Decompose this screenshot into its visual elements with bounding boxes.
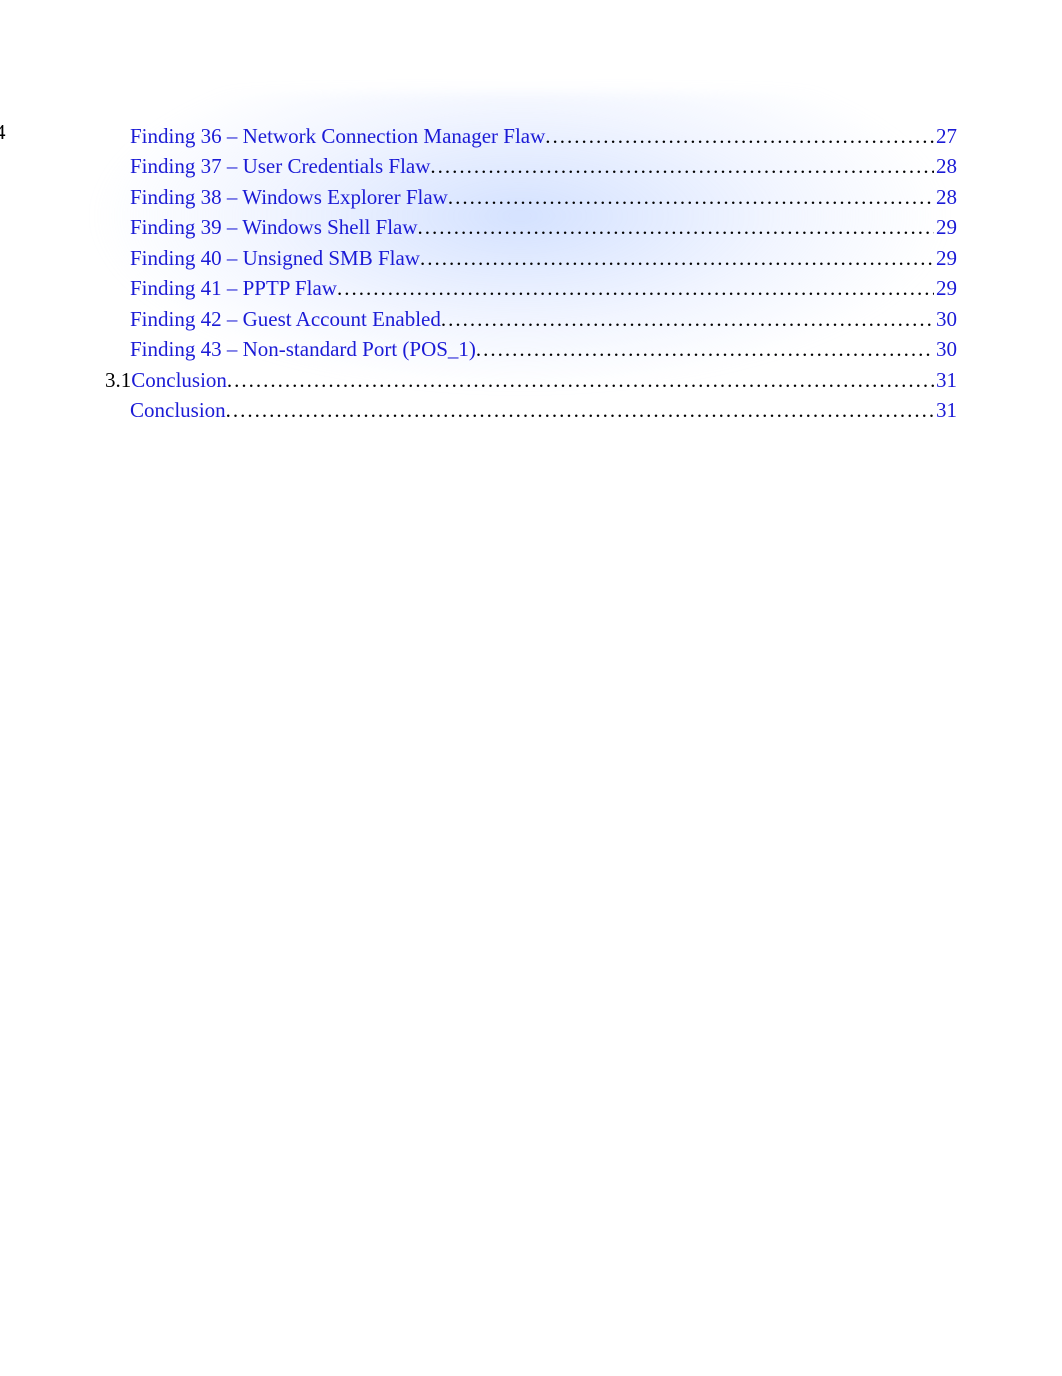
toc-entry-title[interactable]: Finding 40 – Unsigned SMB Flaw bbox=[130, 243, 420, 273]
toc-entry: Conclusion 31 bbox=[105, 395, 957, 425]
toc-entry-title[interactable]: Conclusion bbox=[130, 395, 226, 425]
toc-entry: Finding 36 – Network Connection Manager … bbox=[105, 121, 957, 151]
toc-leader-dots bbox=[448, 182, 934, 212]
toc-entry: 3.1 Conclusion 31 bbox=[105, 365, 957, 395]
toc-leader-dots bbox=[441, 304, 934, 334]
toc-entry-title[interactable]: Conclusion bbox=[131, 365, 227, 395]
toc-leader-dots bbox=[476, 334, 934, 364]
toc-leader-dots bbox=[420, 243, 934, 273]
toc-leader-dots bbox=[337, 273, 934, 303]
toc-entry-page[interactable]: 29 bbox=[934, 212, 957, 242]
toc-entry-page[interactable]: 28 bbox=[934, 182, 957, 212]
toc-leader-dots bbox=[227, 365, 934, 395]
toc-entry-title[interactable]: Finding 36 – Network Connection Manager … bbox=[130, 121, 545, 151]
toc-entry-page[interactable]: 30 bbox=[934, 304, 957, 334]
toc-entry-page[interactable]: 30 bbox=[934, 334, 957, 364]
toc-entry: Finding 39 – Windows Shell Flaw 29 bbox=[105, 212, 957, 242]
toc-entry: Finding 37 – User Credentials Flaw 28 bbox=[105, 151, 957, 181]
toc-entry-page[interactable]: 27 bbox=[934, 121, 957, 151]
toc-leader-dots bbox=[545, 121, 934, 151]
toc-leader-dots bbox=[430, 151, 934, 181]
toc-entry-title[interactable]: Finding 42 – Guest Account Enabled bbox=[130, 304, 441, 334]
toc-entry-page[interactable]: 31 bbox=[934, 395, 957, 425]
toc-entry-page[interactable]: 29 bbox=[934, 243, 957, 273]
toc-entry: Finding 40 – Unsigned SMB Flaw 29 bbox=[105, 243, 957, 273]
toc-leader-dots bbox=[418, 212, 934, 242]
toc-entry-title[interactable]: Finding 39 – Windows Shell Flaw bbox=[130, 212, 418, 242]
toc-entry-page[interactable]: 29 bbox=[934, 273, 957, 303]
toc-entry-title[interactable]: Finding 37 – User Credentials Flaw bbox=[130, 151, 430, 181]
toc-entry-title[interactable]: Finding 43 – Non-standard Port (POS_1) bbox=[130, 334, 476, 364]
table-of-contents: Finding 36 – Network Connection Manager … bbox=[105, 121, 957, 425]
toc-entry-page[interactable]: 28 bbox=[934, 151, 957, 181]
toc-entry: Finding 43 – Non-standard Port (POS_1) 30 bbox=[105, 334, 957, 364]
toc-entry-page[interactable]: 31 bbox=[934, 365, 957, 395]
toc-leader-dots bbox=[226, 395, 934, 425]
toc-entry-title[interactable]: Finding 38 – Windows Explorer Flaw bbox=[130, 182, 448, 212]
toc-entry: Finding 42 – Guest Account Enabled 30 bbox=[105, 304, 957, 334]
toc-entry: Finding 38 – Windows Explorer Flaw 28 bbox=[105, 182, 957, 212]
document-page: 4 Finding 36 – Network Connection Manage… bbox=[0, 0, 1062, 1376]
toc-entry: Finding 41 – PPTP Flaw 29 bbox=[105, 273, 957, 303]
toc-entry-prefix: 3.1 bbox=[105, 365, 131, 395]
toc-entry-title[interactable]: Finding 41 – PPTP Flaw bbox=[130, 273, 337, 303]
